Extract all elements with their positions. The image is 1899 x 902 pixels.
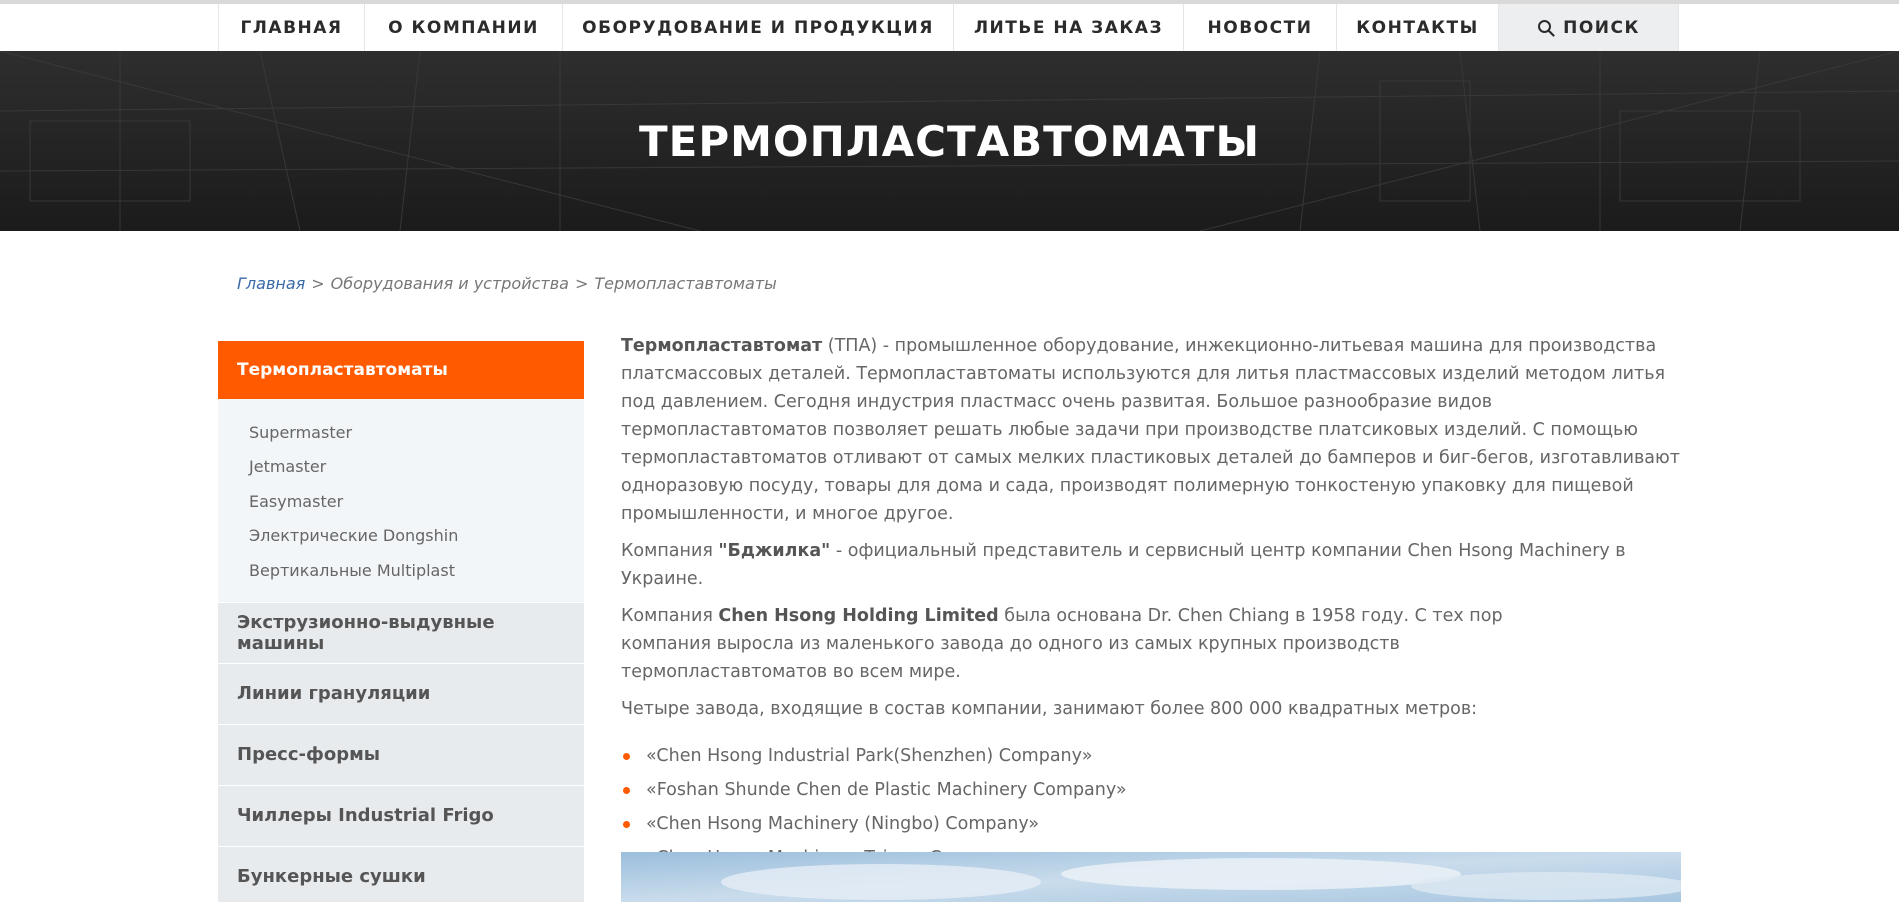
- nav-item-equipment[interactable]: ОБОРУДОВАНИЕ И ПРОДУКЦИЯ: [562, 4, 953, 51]
- sidebar-subitem-jetmaster[interactable]: Jetmaster: [249, 450, 584, 485]
- company-name-chen-hsong: Chen Hsong Holding Limited: [718, 606, 999, 626]
- representative-paragraph: Компания "Бджилка" - официальный предста…: [621, 537, 1681, 593]
- nav-item-news[interactable]: НОВОСТИ: [1183, 4, 1336, 51]
- nav-item-about[interactable]: О КОМПАНИИ: [364, 4, 562, 51]
- representative-pre: Компания: [621, 541, 719, 561]
- nav-search-button[interactable]: ПОИСК: [1498, 4, 1679, 51]
- breadcrumb-home-link[interactable]: Главная: [237, 274, 305, 293]
- sidebar-subitem-supermaster[interactable]: Supermaster: [249, 415, 584, 450]
- page-title: ТЕРМОПЛАСТАВТОМАТЫ: [639, 116, 1260, 166]
- sidebar-subitem-electric-dongshin[interactable]: Электрические Dongshin: [249, 519, 584, 554]
- sidebar-subitem-vertical-multiplast[interactable]: Вертикальные Multiplast: [249, 553, 584, 588]
- breadcrumb-current: Термопластавтоматы: [594, 274, 777, 293]
- sidebar-submenu: Supermaster Jetmaster Easymaster Электри…: [218, 399, 584, 602]
- category-sidebar: Термопластавтоматы Supermaster Jetmaster…: [218, 341, 584, 902]
- intro-text: (ТПА) - промышленное оборудование, инжек…: [621, 336, 1680, 524]
- list-item: «Foshan Shunde Chen de Plastic Machinery…: [621, 773, 1681, 807]
- factories-intro: Четыре завода, входящие в состав компани…: [621, 699, 1478, 719]
- sidebar-item-injection-machines[interactable]: Термопластавтоматы: [218, 341, 584, 399]
- breadcrumb: Главная > Оборудования и устройства > Термоп…: [237, 274, 777, 293]
- nav-menu: ГЛАВНАЯ О КОМПАНИИ ОБОРУДОВАНИЕ И ПРОДУК…: [218, 4, 1679, 51]
- sidebar-item-hopper-dryers[interactable]: Бункерные сушки: [218, 845, 584, 902]
- page-hero: ТЕРМОПЛАСТАВТОМАТЫ: [0, 51, 1899, 231]
- breadcrumb-equipment-link[interactable]: Оборудования и устройства: [331, 274, 569, 293]
- sidebar-item-granulation-lines[interactable]: Линии грануляции: [218, 662, 584, 724]
- history-pre: Компания: [621, 606, 719, 626]
- intro-term: Термопластавтомат: [621, 336, 823, 356]
- search-icon: [1538, 19, 1555, 37]
- sidebar-item-chillers[interactable]: Чиллеры Industrial Frigo: [218, 784, 584, 846]
- nav-item-home[interactable]: ГЛАВНАЯ: [218, 4, 364, 51]
- history-paragraph: Компания Chen Hsong Holding Limited была…: [621, 602, 1581, 686]
- nav-item-contacts[interactable]: КОНТАКТЫ: [1336, 4, 1498, 51]
- nav-item-custom-casting[interactable]: ЛИТЬЕ НА ЗАКАЗ: [953, 4, 1183, 51]
- breadcrumb-separator: >: [311, 274, 325, 293]
- search-label: ПОИСК: [1563, 17, 1640, 38]
- top-navigation: ГЛАВНАЯ О КОМПАНИИ ОБОРУДОВАНИЕ И ПРОДУК…: [0, 0, 1899, 51]
- main-content: Термопластавтомат (ТПА) - промышленное о…: [621, 332, 1681, 875]
- sidebar-item-molds[interactable]: Пресс-формы: [218, 723, 584, 785]
- list-item: «Chen Hsong Industrial Park(Shenzhen) Co…: [621, 739, 1681, 773]
- intro-paragraph: Термопластавтомат (ТПА) - промышленное о…: [621, 332, 1681, 528]
- sidebar-item-extrusion-blow[interactable]: Экструзионно-выдувные машины: [218, 601, 584, 663]
- factory-photo: [621, 852, 1681, 902]
- list-item: «Chen Hsong Machinery (Ningbo) Company»: [621, 807, 1681, 841]
- breadcrumb-separator: >: [574, 274, 589, 293]
- company-name-bdzhilka: "Бджилка": [718, 541, 831, 561]
- sidebar-subitem-easymaster[interactable]: Easymaster: [249, 484, 584, 519]
- factory-photo-image: [621, 852, 1681, 902]
